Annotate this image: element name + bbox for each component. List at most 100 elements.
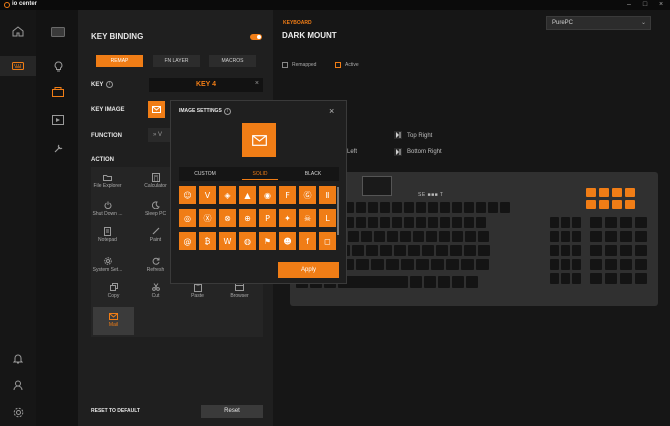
info-icon[interactable]: i — [224, 108, 231, 115]
keyboard-key[interactable] — [550, 245, 559, 256]
apply-button[interactable]: Apply — [278, 262, 339, 278]
dota-icon[interactable]: ◈ — [219, 186, 236, 204]
valorant-icon[interactable]: V — [199, 186, 216, 204]
user-icon[interactable] — [8, 377, 28, 393]
action-copy[interactable]: Copy — [93, 281, 134, 305]
maximize-icon[interactable]: □ — [638, 1, 652, 9]
tab-fn-layer[interactable]: FN LAYER — [153, 55, 200, 67]
xbox-circle-icon[interactable]: ⊗ — [219, 209, 236, 227]
keyboard-key[interactable] — [452, 276, 464, 288]
keyboard-key[interactable] — [361, 231, 372, 242]
top-right-position-icon[interactable] — [394, 131, 402, 139]
action-mail[interactable]: Mail — [93, 307, 134, 335]
keyboard-key[interactable] — [450, 245, 462, 256]
runner-icon[interactable]: ⚑ — [259, 232, 276, 250]
pause-icon[interactable]: Ⅱ — [319, 186, 336, 204]
macro-key-1[interactable] — [586, 188, 596, 197]
keyboard-key[interactable] — [572, 217, 581, 228]
keyboard-key[interactable] — [400, 231, 411, 242]
action-paste[interactable]: Paste — [177, 281, 218, 305]
action-file-explorer[interactable]: File Explorer — [87, 171, 128, 195]
action-shut-down[interactable]: Shut Down ... — [87, 199, 128, 223]
key-selector[interactable]: KEY 4 × — [149, 78, 263, 92]
pubg-icon[interactable]: P — [259, 209, 276, 227]
action-notepad[interactable]: Notepad — [87, 225, 128, 249]
key-image-preview[interactable] — [148, 101, 165, 118]
keyboard-key[interactable] — [488, 202, 498, 213]
macro-key-4[interactable] — [625, 188, 635, 197]
lighting-bulb-icon[interactable] — [49, 58, 67, 74]
action-cut[interactable]: Cut — [135, 281, 176, 305]
keyboard-key[interactable] — [590, 259, 602, 270]
device-select[interactable]: PurePC ⌄ — [546, 16, 651, 30]
keyboard-key[interactable] — [392, 202, 402, 213]
keyboard-key[interactable] — [605, 231, 617, 242]
keyboard-key[interactable] — [374, 231, 385, 242]
keyboard-key[interactable] — [572, 231, 581, 242]
bitcoin-icon[interactable]: ₿ — [199, 232, 216, 250]
keyboard-key[interactable] — [452, 231, 463, 242]
keyboard-key[interactable] — [348, 231, 359, 242]
keyboard-key[interactable] — [436, 245, 448, 256]
keyboard-key[interactable] — [424, 276, 436, 288]
keyboard-key[interactable] — [426, 231, 437, 242]
action-system-settings[interactable]: System Set... — [87, 255, 128, 279]
keyboard-key[interactable] — [404, 217, 414, 228]
csgo-icon[interactable]: ⊕ — [239, 209, 256, 227]
swirl-icon[interactable]: @ — [179, 232, 196, 250]
minimize-icon[interactable]: – — [622, 1, 636, 9]
keyboard-key[interactable] — [371, 259, 384, 270]
keyboard-key[interactable] — [452, 202, 462, 213]
keyboard-key[interactable] — [380, 217, 390, 228]
keyboard-key[interactable] — [550, 231, 559, 242]
macro-key-8[interactable] — [625, 200, 635, 209]
keyboard-key[interactable] — [478, 231, 489, 242]
gta-icon[interactable]: Ⓖ — [299, 186, 316, 204]
keyboard-key[interactable] — [620, 217, 632, 228]
keyboard-key[interactable] — [356, 259, 369, 270]
tab-remap[interactable]: REMAP — [96, 55, 143, 67]
keyboard-remap-icon[interactable] — [49, 84, 67, 100]
overwatch-icon[interactable]: ◉ — [259, 186, 276, 204]
tab-custom[interactable]: CUSTOM — [187, 168, 223, 180]
key-binding-toggle[interactable] — [250, 34, 262, 40]
keyboard-key[interactable] — [635, 217, 647, 228]
key-info-icon[interactable]: i — [106, 81, 113, 88]
tab-macros[interactable]: MACROS — [209, 55, 256, 67]
keyboard-key[interactable] — [428, 202, 438, 213]
keyboard-key[interactable] — [431, 259, 444, 270]
wrench-icon[interactable] — [49, 140, 67, 156]
keyboard-key[interactable] — [550, 217, 559, 228]
keyboard-key[interactable] — [561, 217, 570, 228]
keyboard-key[interactable] — [413, 231, 424, 242]
keyboard-key[interactable] — [561, 273, 570, 284]
keyboard-key[interactable] — [416, 202, 426, 213]
keyboard-key[interactable] — [476, 217, 486, 228]
keyboard-key[interactable] — [461, 259, 474, 270]
keyboard-key[interactable] — [561, 231, 570, 242]
keyboard-key[interactable] — [605, 259, 617, 270]
keyboard-key[interactable] — [352, 245, 364, 256]
keyboard-icon[interactable] — [8, 58, 28, 74]
keyboard-key[interactable] — [439, 231, 450, 242]
keyboard-key[interactable] — [368, 202, 378, 213]
keyboard-key[interactable] — [466, 276, 478, 288]
keyboard-key[interactable] — [366, 245, 378, 256]
keyboard-key[interactable] — [380, 245, 392, 256]
keyboard-key[interactable] — [572, 273, 581, 284]
facebook-icon[interactable]: f — [299, 232, 316, 250]
function-selector[interactable]: » V — [148, 128, 170, 142]
wow-icon[interactable]: W — [219, 232, 236, 250]
top-right-label[interactable]: Top Right — [407, 133, 432, 139]
home-icon[interactable] — [8, 23, 28, 39]
keyboard-key[interactable] — [408, 245, 420, 256]
keyboard-key[interactable] — [465, 231, 476, 242]
keyboard-key[interactable] — [392, 217, 402, 228]
keyboard-key[interactable] — [410, 276, 422, 288]
keyboard-key[interactable] — [438, 276, 450, 288]
macro-key-2[interactable] — [599, 188, 609, 197]
keyboard-key[interactable] — [561, 259, 570, 270]
discord-icon[interactable]: ☻ — [279, 232, 296, 250]
keyboard-key[interactable] — [422, 245, 434, 256]
icon-grid-scrollbar[interactable] — [337, 187, 339, 235]
